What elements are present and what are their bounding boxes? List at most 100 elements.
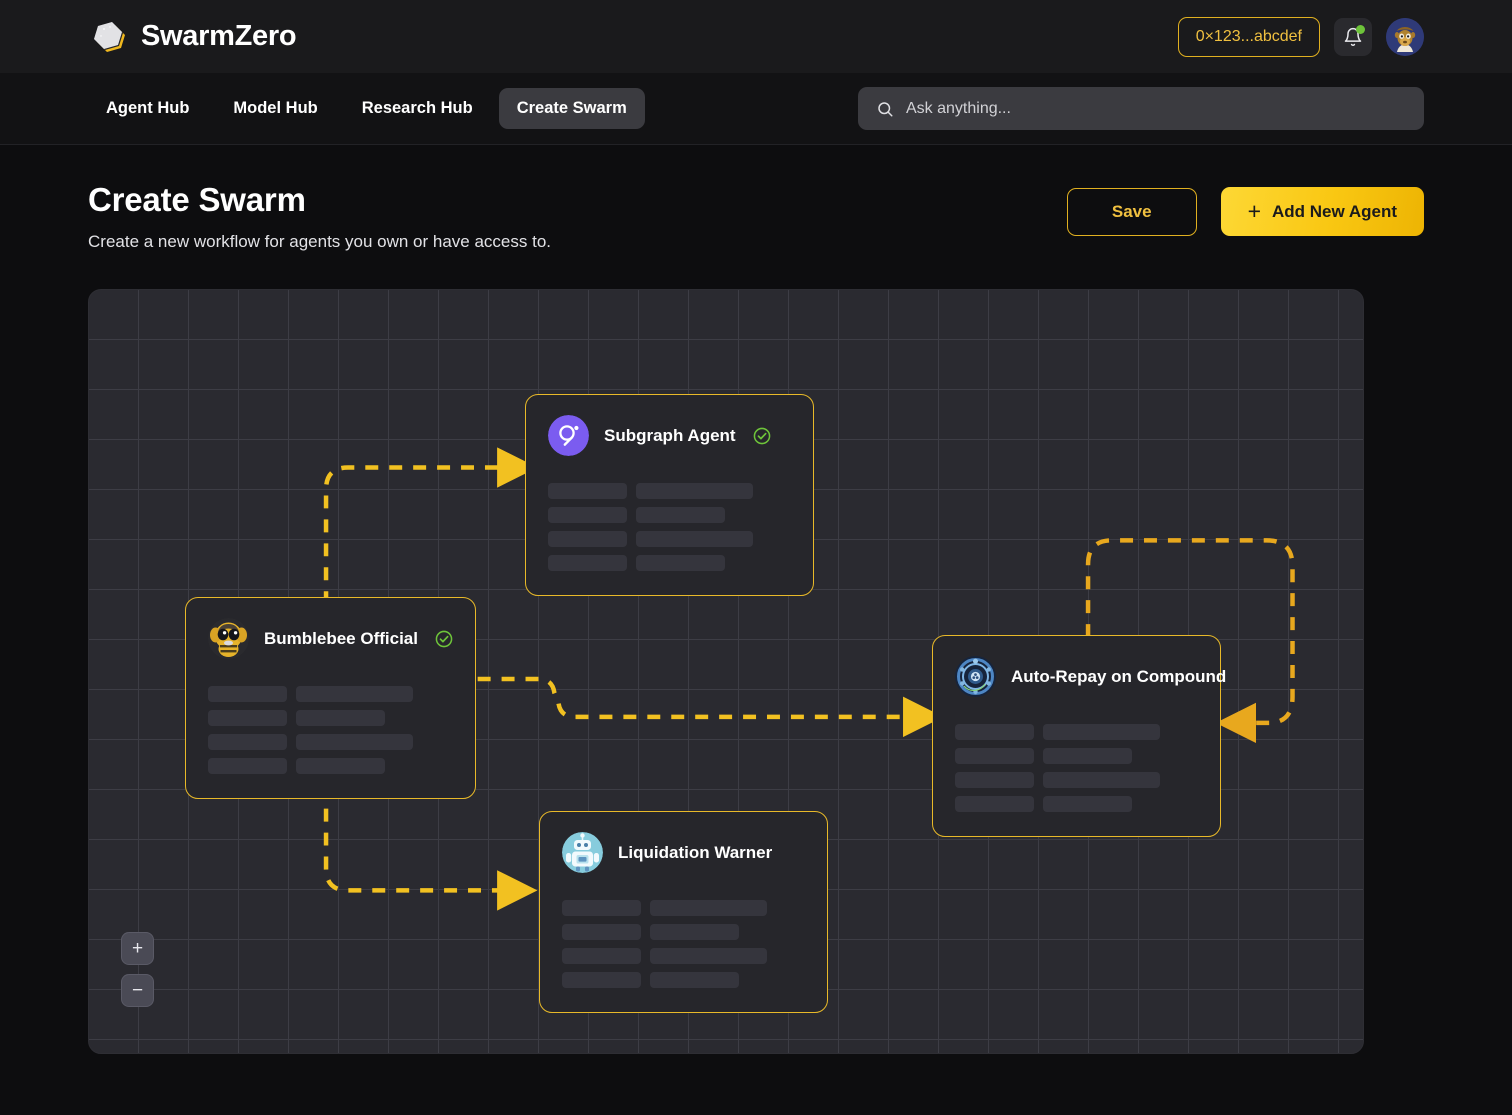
skeleton-bar <box>562 948 641 964</box>
brand-name: SwarmZero <box>141 20 297 52</box>
node-title: Subgraph Agent <box>604 425 736 445</box>
skeleton-bar <box>562 972 641 988</box>
skeleton-row <box>548 483 791 499</box>
node-liquidation-warner[interactable]: Liquidation Warner <box>539 811 828 1013</box>
top-bar-actions: 0×123...abcdef <box>1177 16 1424 57</box>
node-header: Subgraph Agent <box>548 415 791 456</box>
skeleton-bar <box>296 758 385 774</box>
wallet-address-button[interactable]: 0×123...abcdef <box>1177 16 1320 57</box>
plus-icon: + <box>1247 198 1262 224</box>
skeleton-bar <box>650 948 767 964</box>
nav-items: Agent Hub Model Hub Research Hub Create … <box>88 88 645 129</box>
node-bumblebee-official[interactable]: Bumblebee Official <box>185 597 476 799</box>
node-title: Liquidation Warner <box>618 842 773 862</box>
hexagon-logo-icon <box>88 17 128 57</box>
skeleton-bar <box>562 924 641 940</box>
node-skeleton <box>548 483 791 571</box>
node-header: Liquidation Warner <box>562 832 805 873</box>
zoom-in-button[interactable]: + <box>121 932 154 965</box>
node-header: Auto-Repay on Compound <box>955 656 1226 697</box>
skeleton-bar <box>296 734 413 750</box>
verified-badge-icon <box>753 427 770 444</box>
skeleton-bar <box>1043 724 1160 740</box>
skeleton-row <box>562 948 805 964</box>
swarm-canvas[interactable]: Subgraph Agent Bumblebee Official Auto-R… <box>88 289 1364 1054</box>
skeleton-bar <box>208 758 287 774</box>
add-new-agent-button[interactable]: + Add New Agent <box>1220 187 1424 236</box>
skeleton-row <box>208 710 453 726</box>
user-avatar[interactable] <box>1386 17 1424 56</box>
skeleton-bar <box>208 686 287 702</box>
node-skeleton <box>208 686 453 774</box>
skeleton-bar <box>650 900 767 916</box>
skeleton-row <box>208 686 453 702</box>
skeleton-bar <box>296 710 385 726</box>
skeleton-bar <box>650 924 739 940</box>
skeleton-bar <box>955 796 1034 812</box>
node-auto-repay-on-compound[interactable]: Auto-Repay on Compound <box>932 635 1226 837</box>
main-nav: Agent Hub Model Hub Research Hub Create … <box>0 73 1512 145</box>
skeleton-bar <box>650 972 739 988</box>
page-header-text: Create Swarm Create a new workflow for a… <box>88 181 551 252</box>
nav-item-research-hub[interactable]: Research Hub <box>344 88 491 129</box>
skeleton-bar <box>955 748 1034 764</box>
skeleton-row <box>208 734 453 750</box>
search-box[interactable] <box>858 87 1424 130</box>
bee-robot-icon <box>208 618 249 659</box>
skeleton-row <box>955 724 1198 740</box>
page-header: Create Swarm Create a new workflow for a… <box>0 145 1512 252</box>
zoom-out-button[interactable]: − <box>121 974 154 1007</box>
skeleton-row <box>548 555 791 571</box>
canvas-wrap: Subgraph Agent Bumblebee Official Auto-R… <box>0 252 1512 1054</box>
save-button[interactable]: Save <box>1066 187 1197 236</box>
node-skeleton <box>562 900 805 988</box>
compound-tech-icon <box>955 656 996 697</box>
node-skeleton <box>955 724 1198 812</box>
skeleton-row <box>208 758 453 774</box>
skeleton-bar <box>955 772 1034 788</box>
skeleton-row <box>955 748 1198 764</box>
skeleton-row <box>562 900 805 916</box>
zoom-controls: + − <box>121 932 154 1007</box>
page-title: Create Swarm <box>88 181 306 218</box>
graph-protocol-icon <box>548 415 589 456</box>
warning-robot-icon <box>562 832 603 873</box>
search-icon <box>878 101 893 116</box>
add-new-agent-label: Add New Agent <box>1272 201 1397 221</box>
skeleton-bar <box>1043 796 1132 812</box>
nav-item-model-hub[interactable]: Model Hub <box>215 88 335 129</box>
skeleton-row <box>548 507 791 523</box>
top-bar: SwarmZero 0×123...abcdef <box>0 0 1512 73</box>
skeleton-bar <box>1043 748 1132 764</box>
skeleton-bar <box>548 555 627 571</box>
brand[interactable]: SwarmZero <box>88 17 297 57</box>
skeleton-bar <box>636 555 725 571</box>
search-input[interactable] <box>906 99 1406 118</box>
notification-badge-dot <box>1356 24 1365 34</box>
skeleton-bar <box>548 507 627 523</box>
skeleton-row <box>548 531 791 547</box>
node-header: Bumblebee Official <box>208 618 453 659</box>
skeleton-bar <box>636 507 725 523</box>
node-title: Auto-Repay on Compound <box>1011 666 1227 686</box>
skeleton-bar <box>636 483 753 499</box>
skeleton-row <box>955 772 1198 788</box>
skeleton-bar <box>636 531 753 547</box>
edge-bumblebee-to-subgraph <box>323 447 538 605</box>
edge-bumblebee-to-autorepay <box>477 676 944 738</box>
skeleton-bar <box>208 710 287 726</box>
skeleton-bar <box>208 734 287 750</box>
nav-item-agent-hub[interactable]: Agent Hub <box>88 88 207 129</box>
node-subgraph-agent[interactable]: Subgraph Agent <box>525 394 814 596</box>
skeleton-bar <box>296 686 413 702</box>
skeleton-row <box>562 972 805 988</box>
skeleton-bar <box>562 900 641 916</box>
page-subtitle: Create a new workflow for agents you own… <box>88 232 552 251</box>
skeleton-row <box>562 924 805 940</box>
nav-item-create-swarm[interactable]: Create Swarm <box>498 88 645 129</box>
skeleton-bar <box>548 483 627 499</box>
skeleton-bar <box>1043 772 1160 788</box>
page-header-actions: Save + Add New Agent <box>1066 181 1424 236</box>
notifications-button[interactable] <box>1334 17 1372 56</box>
skeleton-bar <box>955 724 1034 740</box>
